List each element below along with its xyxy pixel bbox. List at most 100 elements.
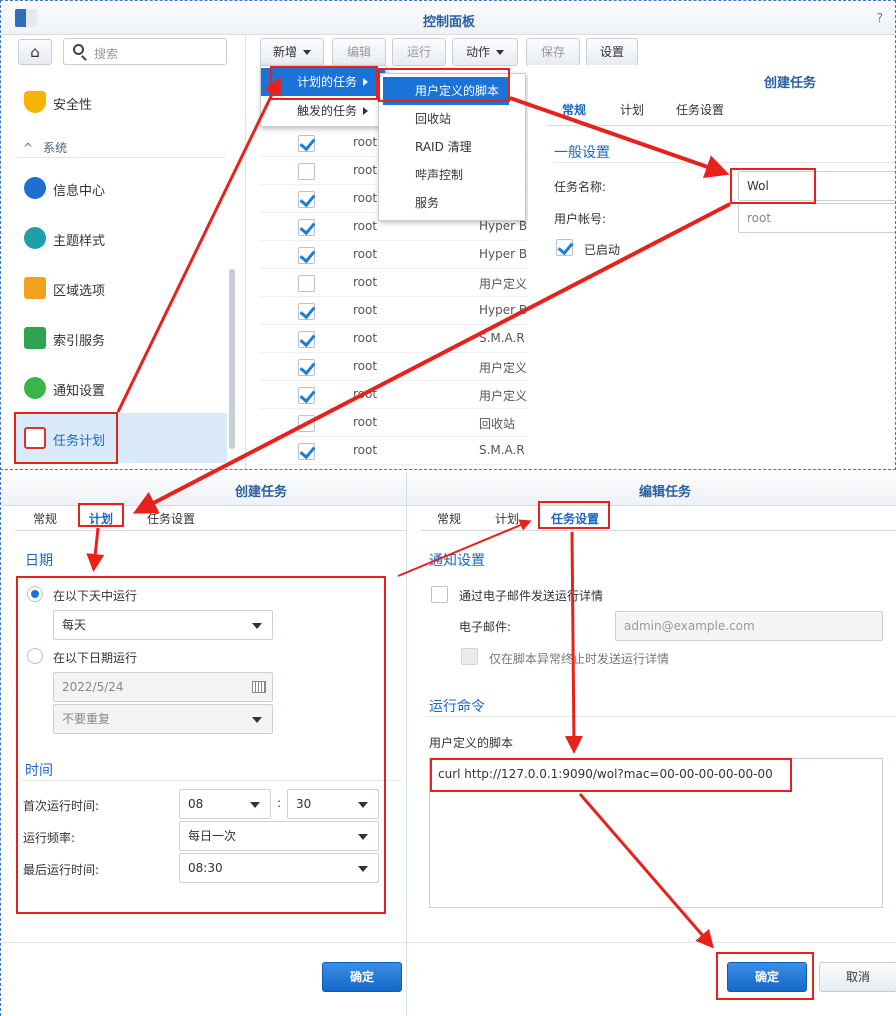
tab-task-settings[interactable]: 任务设置: [147, 510, 195, 527]
enable-checkbox[interactable]: [298, 135, 315, 152]
menu-item-triggered-task[interactable]: 触发的任务: [261, 97, 385, 125]
user-cell: root: [353, 387, 378, 401]
menu-item-beep-control[interactable]: 哔声控制: [379, 161, 525, 189]
enable-checkbox[interactable]: [298, 415, 315, 432]
run-button[interactable]: 运行: [392, 38, 446, 66]
tab-schedule[interactable]: 计划: [620, 101, 644, 118]
scheduled-task-submenu: 用户定义的脚本 回收站 RAID 清理 哔声控制 服务: [378, 73, 526, 221]
section-general-settings: 一般设置: [554, 145, 610, 161]
sidebar-item-notification[interactable]: 通知设置: [15, 363, 227, 413]
user-cell: root: [353, 443, 378, 457]
ok-button[interactable]: 确定: [322, 962, 402, 992]
task-scheduler-panel: 新增 编辑 运行 动作 保存 设置 root root root root Hyp…: [245, 35, 895, 469]
run-on-date-label: 在以下日期运行: [53, 651, 138, 665]
tab-general[interactable]: 常规: [437, 510, 461, 527]
enable-checkbox[interactable]: [298, 331, 315, 348]
table-row[interactable]: root Hyper B: [260, 241, 530, 269]
last-run-select[interactable]: 08:30: [179, 853, 379, 883]
enable-checkbox[interactable]: [298, 247, 315, 264]
home-button[interactable]: ⌂: [18, 39, 52, 65]
save-button[interactable]: 保存: [526, 38, 580, 66]
dialog-title: 创建任务: [764, 76, 817, 91]
tab-task-settings[interactable]: 任务设置: [676, 101, 724, 118]
sidebar-item-info-center[interactable]: 信息中心: [15, 163, 227, 213]
menu-item-service[interactable]: 服务: [379, 189, 525, 217]
enable-checkbox[interactable]: [298, 219, 315, 236]
index-search-icon: [24, 327, 46, 349]
sidebar-item-task-scheduler[interactable]: 任务计划: [15, 413, 227, 463]
frequency-select[interactable]: 每日一次: [179, 821, 379, 851]
run-on-days-radio[interactable]: [27, 586, 43, 602]
email-input: admin@example.com: [615, 611, 883, 641]
table-row[interactable]: root 回收站: [260, 409, 530, 437]
cancel-button[interactable]: 取消: [819, 962, 896, 992]
control-panel-window: 控制面板 ? ⌂ 搜索 安全性 系统 信息中心 主题样式 区域选项 索引服务: [0, 0, 896, 470]
sidebar-item-label: 信息中心: [53, 184, 106, 199]
task-name-input[interactable]: Wol: [738, 171, 895, 201]
menu-item-user-script[interactable]: 用户定义的脚本: [383, 77, 509, 105]
type-cell: S.M.A.R: [479, 443, 525, 457]
table-row[interactable]: root 用户定义: [260, 269, 530, 297]
title-bar: 控制面板 ?: [1, 1, 895, 35]
sidebar-item-regional[interactable]: 区域选项: [15, 263, 227, 313]
enable-checkbox[interactable]: [298, 387, 315, 404]
sidebar-item-label: 任务计划: [53, 434, 106, 449]
enable-checkbox[interactable]: [298, 303, 315, 320]
action-button[interactable]: 动作: [452, 38, 518, 66]
enable-checkbox[interactable]: [298, 443, 315, 460]
tab-general[interactable]: 常规: [562, 101, 586, 118]
abnormal-only-label: 仅在脚本异常终止时发送运行详情: [489, 652, 670, 666]
edit-button[interactable]: 编辑: [332, 38, 386, 66]
enable-checkbox[interactable]: [298, 163, 315, 180]
first-run-hour-select[interactable]: 08: [179, 789, 271, 819]
table-row[interactable]: root S.M.A.R: [260, 437, 530, 465]
sidebar-item-security[interactable]: 安全性: [15, 77, 227, 127]
sidebar-scrollbar[interactable]: [229, 269, 235, 449]
divider: [15, 157, 227, 158]
enable-checkbox[interactable]: [298, 359, 315, 376]
window-title: 控制面板: [422, 15, 475, 30]
sidebar-item-indexing[interactable]: 索引服务: [15, 313, 227, 363]
settings-button[interactable]: 设置: [586, 38, 638, 66]
table-row[interactable]: root 用户定义: [260, 353, 530, 381]
type-cell: S.M.A.R: [479, 331, 525, 345]
calendar-icon: [252, 681, 266, 693]
dialog-titlebar: [1, 472, 407, 506]
new-button[interactable]: 新增: [260, 38, 324, 66]
email-details-checkbox[interactable]: [431, 586, 448, 603]
enable-checkbox[interactable]: [298, 191, 315, 208]
search-placeholder: 搜索: [94, 47, 119, 61]
menu-item-scheduled-task[interactable]: 计划的任务: [261, 68, 385, 96]
script-textarea[interactable]: curl http://127.0.0.1:9090/wol?mac=00-00…: [429, 758, 883, 908]
table-row[interactable]: root S.M.A.R: [260, 325, 530, 353]
user-cell: root: [353, 163, 378, 177]
sidebar-section-system[interactable]: 系统: [23, 139, 67, 156]
tab-general[interactable]: 常规: [33, 510, 57, 527]
user-account-field: root: [738, 203, 895, 233]
sidebar-item-theme[interactable]: 主题样式: [15, 213, 227, 263]
table-row[interactable]: root 用户定义: [260, 381, 530, 409]
tab-divider: [546, 125, 895, 126]
create-task-schedule-dialog: 创建任务 常规 计划 任务设置 日期 在以下天中运行 每天 在以下日期运行 20…: [0, 472, 407, 1016]
tab-task-settings[interactable]: 任务设置: [551, 510, 599, 527]
run-on-date-radio[interactable]: [27, 648, 43, 664]
shield-icon: [24, 91, 46, 113]
type-cell: Hyper B: [479, 303, 527, 317]
tab-schedule[interactable]: 计划: [89, 510, 113, 527]
menu-item-raid-scrub[interactable]: RAID 清理: [379, 133, 525, 161]
ok-button[interactable]: 确定: [727, 962, 807, 992]
help-icon[interactable]: ?: [877, 11, 883, 25]
task-name-label: 任务名称:: [554, 180, 607, 194]
enable-checkbox[interactable]: [298, 275, 315, 292]
menu-item-recycle-bin[interactable]: 回收站: [379, 105, 525, 133]
section-date: 日期: [25, 553, 53, 569]
chat-bubble-icon: [24, 377, 46, 399]
first-run-minute-select[interactable]: 30: [287, 789, 379, 819]
info-icon: [24, 177, 46, 199]
tab-schedule[interactable]: 计划: [495, 510, 519, 527]
search-input[interactable]: 搜索: [63, 38, 227, 65]
enabled-checkbox[interactable]: [556, 239, 573, 256]
table-row[interactable]: root Hyper B: [260, 297, 530, 325]
email-label: 电子邮件:: [459, 620, 512, 634]
days-select[interactable]: 每天: [53, 610, 273, 640]
